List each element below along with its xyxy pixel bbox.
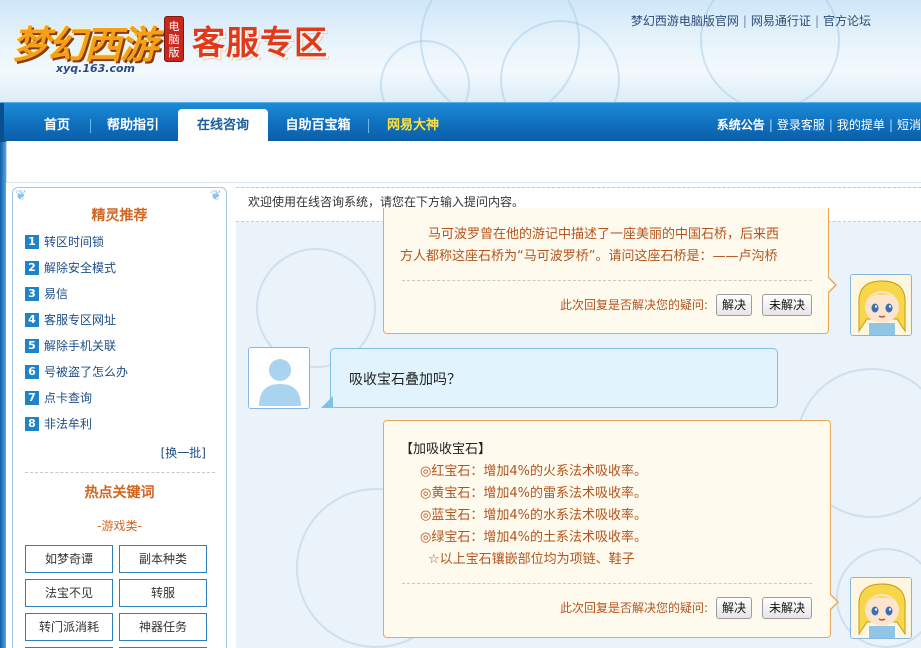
system-notice-link[interactable]: 系统公告 [717, 118, 765, 132]
passport-link[interactable]: 网易通行证 [751, 14, 811, 28]
corner-ornament-icon: ❦ [15, 188, 27, 204]
list-item[interactable]: 1 转区时间锁 [25, 232, 215, 258]
tab-netease-dashen[interactable]: 网易大神 [376, 109, 450, 143]
official-site-link[interactable]: 梦幻西游电脑版官网 [631, 14, 739, 28]
bot-message-line: ◎绿宝石：增加4%的土系法术吸收率。 [420, 530, 647, 545]
recommend-title: 精灵推荐 [91, 208, 148, 224]
unresolved-button[interactable]: 未解决 [762, 294, 812, 316]
user-avatar [248, 347, 310, 409]
nav-right-links: 系统公告 | 登录客服 | 我的提单 | 短消 [716, 118, 921, 132]
resolved-button[interactable]: 解决 [716, 597, 752, 619]
bot-message-line: ◎蓝宝石：增加4%的水系法术吸收率。 [420, 508, 647, 523]
list-item[interactable]: 3 易信 [25, 284, 215, 310]
resolve-question: 此次回复是否解决您的疑问: [560, 298, 709, 312]
keyword-button[interactable]: 副本种类 [119, 545, 207, 573]
bot-message-line: ◎黄宝石：增加4%的雷系法术吸收率。 [420, 486, 647, 501]
sub-toolbar [6, 141, 921, 183]
keyword-button[interactable]: 转服 [119, 579, 207, 607]
list-item[interactable]: 6 号被盗了怎么办 [25, 362, 215, 388]
bot-message: 马可波罗曾在他的游记中描述了一座美丽的中国石桥，后来西 方人都称这座石桥为“马可… [383, 208, 837, 334]
logo-badge: 电脑版 [164, 16, 184, 62]
forum-link[interactable]: 官方论坛 [823, 14, 871, 28]
tab-home[interactable]: 首页 [28, 109, 86, 143]
top-links: 梦幻西游电脑版官网 | 网易通行证 | 官方论坛 [630, 14, 871, 28]
bot-message-line: ◎红宝石：增加4%的火系法术吸收率。 [420, 464, 647, 479]
recommend-list: 1 转区时间锁 2 解除安全模式 3 易信 4 客服专区网址 5 解除手机关联 6 号被盗了… [25, 232, 215, 440]
my-tickets-link[interactable]: 我的提单 [837, 118, 885, 132]
keyword-button[interactable]: 转门派消耗 [25, 613, 113, 641]
tab-online-consult[interactable]: 在线咨询 [178, 109, 268, 144]
login-service-link[interactable]: 登录客服 [777, 118, 825, 132]
assistant-avatar [850, 577, 912, 639]
bot-message-line: ☆以上宝石镶嵌部位均为项链、鞋子 [428, 552, 635, 567]
bot-message-line: 马可波罗曾在他的游记中描述了一座美丽的中国石桥，后来西 [428, 227, 780, 242]
chat-panel[interactable]: 欢迎使用在线咨询系统，请您在下方输入提问内容。 马可波罗曾在他的游记中描述了一座… [236, 187, 921, 648]
logo-text: 梦幻西游 [12, 22, 158, 67]
list-item[interactable]: 7 点卡查询 [25, 388, 215, 414]
tab-self-service[interactable]: 自助百宝箱 [276, 109, 360, 143]
logo-url: xyq.163.com [56, 62, 135, 75]
messages-link[interactable]: 短消 [897, 118, 921, 132]
bot-message-line: 【加吸收宝石】 [400, 442, 492, 457]
corner-ornament-icon: ❦ [210, 188, 222, 204]
keyword-button[interactable]: 如梦奇谭 [25, 545, 113, 573]
left-sidebar: ❦ ❦ 精灵推荐 1 转区时间锁 2 解除安全模式 3 易信 4 客服专区网址 5 解除手… [12, 187, 227, 648]
site-header: 梦幻西游 电脑版 xyq.163.com 客服专区 梦幻西游电脑版官网 | 网易通行… [0, 0, 921, 102]
user-message-text: 吸收宝石叠加吗？ [349, 372, 461, 388]
game-logo[interactable]: 梦幻西游 电脑版 xyq.163.com [12, 8, 187, 76]
keyword-button[interactable]: 法宝不见 [25, 579, 113, 607]
main-nav: 首页 帮助指引 在线咨询 自助百宝箱 网易大神 系统公告 | 登录客服 | 我的提单 | 短… [0, 102, 921, 144]
list-item[interactable]: 8 非法牟利 [25, 414, 215, 440]
hot-keywords-title: 热点关键词 [84, 485, 155, 501]
resolve-question: 此次回复是否解决您的疑问: [560, 601, 709, 615]
unresolved-button[interactable]: 未解决 [762, 597, 812, 619]
tab-help[interactable]: 帮助指引 [96, 109, 170, 143]
assistant-avatar [850, 274, 912, 336]
user-message: 吸收宝石叠加吗？ [321, 348, 778, 408]
resolved-button[interactable]: 解决 [716, 294, 752, 316]
keyword-button[interactable]: 神器任务 [119, 613, 207, 641]
list-item[interactable]: 2 解除安全模式 [25, 258, 215, 284]
divider [25, 472, 215, 473]
list-item[interactable]: 4 客服专区网址 [25, 310, 215, 336]
list-item[interactable]: 5 解除手机关联 [25, 336, 215, 362]
zone-title: 客服专区 [192, 23, 328, 62]
switch-batch-link[interactable]: [换一批] [161, 444, 206, 461]
bot-message-line: 方人都称这座石桥为“马可波罗桥”。请问这座石桥是：——卢沟桥 [400, 249, 778, 264]
bot-message: 【加吸收宝石】 ◎红宝石：增加4%的火系法术吸收率。 ◎黄宝石：增加4%的雷系法… [383, 420, 839, 638]
keyword-category: -游戏类- [97, 519, 142, 533]
